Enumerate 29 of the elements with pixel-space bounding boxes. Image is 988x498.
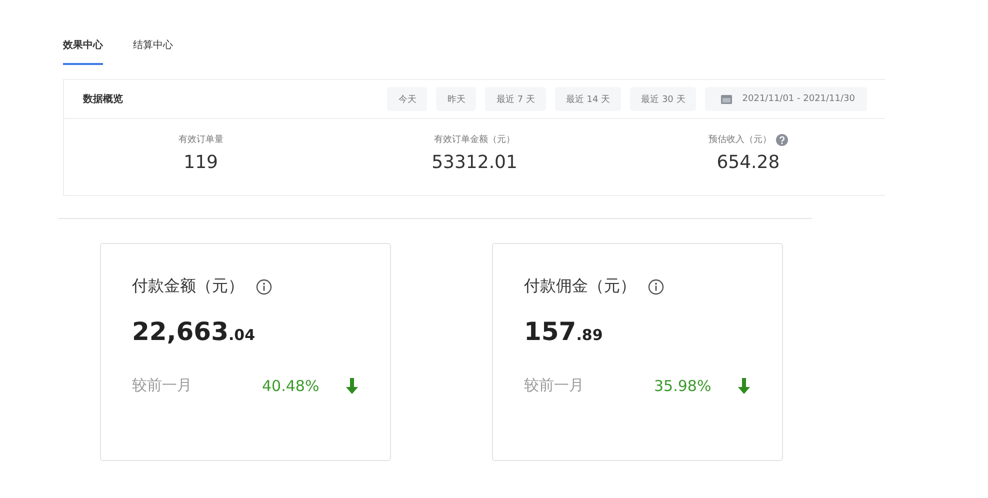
- date-range-button[interactable]: 2021/11/01 - 2021/11/30: [705, 87, 867, 111]
- stat-value: 53312.01: [432, 152, 518, 173]
- change-percent: 35.98%: [654, 376, 712, 394]
- range-button[interactable]: 最近 7 天: [485, 87, 546, 111]
- tab[interactable]: 效果中心: [63, 32, 103, 65]
- stat-label: 预估收入（元）: [708, 134, 772, 146]
- metric-decimal: .89: [576, 326, 603, 344]
- compare-label: 较前一月: [524, 376, 585, 395]
- stat-label: 有效订单金额（元）: [434, 134, 515, 146]
- info-icon[interactable]: [648, 278, 664, 294]
- range-button[interactable]: 昨天: [436, 87, 476, 111]
- metric-decimal: .04: [228, 326, 256, 344]
- compare-label: 较前一月: [132, 376, 193, 395]
- stat-value: 654.28: [716, 152, 780, 173]
- calendar-icon: [721, 94, 732, 104]
- info-icon[interactable]: [256, 278, 272, 294]
- help-icon[interactable]: [776, 134, 788, 146]
- tab[interactable]: 结算中心: [133, 32, 173, 65]
- card-title: 付款佣金（元）: [524, 276, 636, 297]
- change-percent: 40.48%: [262, 376, 320, 394]
- card-title: 付款金额（元）: [132, 276, 244, 297]
- panel-title: 数据概览: [83, 92, 123, 106]
- stat-value: 119: [184, 152, 218, 173]
- stat-label: 有效订单量: [178, 134, 224, 146]
- range-button[interactable]: 今天: [387, 87, 428, 111]
- range-button[interactable]: 最近 14 天: [554, 87, 622, 111]
- metric-value: 157: [524, 317, 576, 346]
- metric-value: 22,663: [132, 317, 228, 346]
- range-button[interactable]: 最近 30 天: [630, 87, 696, 111]
